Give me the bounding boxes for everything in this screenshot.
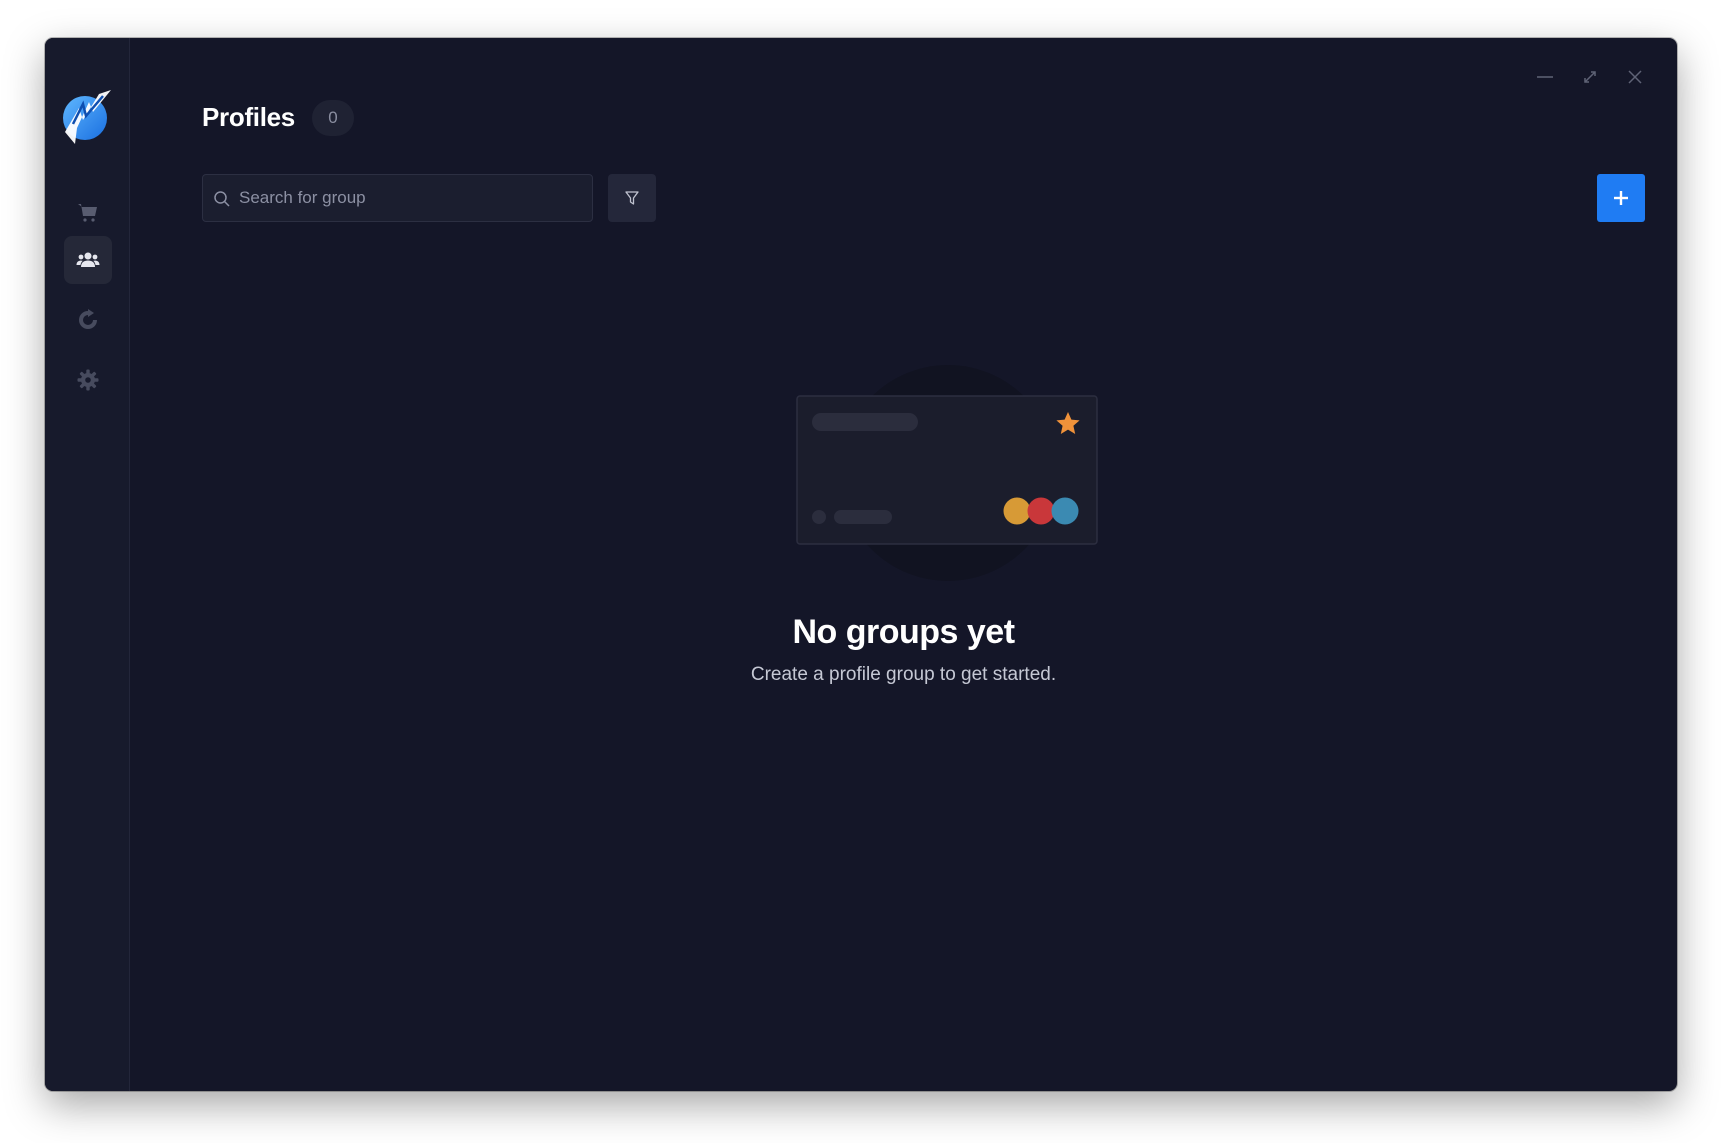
search-box[interactable] [202, 174, 593, 222]
filter-icon [625, 191, 639, 205]
minimize-button[interactable] [1530, 62, 1560, 92]
main-content: Profiles 0 Search for group No groups ye… [130, 38, 1677, 1091]
users-icon [76, 252, 100, 267]
maximize-button[interactable] [1575, 62, 1605, 92]
plus-icon [1614, 191, 1628, 205]
profile-count-badge: 0 [312, 100, 354, 136]
gear-icon [77, 369, 99, 391]
empty-state-subtitle: Create a profile group to get started. [750, 664, 1057, 685]
empty-state-title: No groups yet [792, 613, 1015, 651]
logo-icon [63, 90, 111, 144]
close-icon [1628, 70, 1642, 84]
minimize-icon [1537, 76, 1553, 78]
page-title: Profiles [202, 102, 295, 132]
sidebar-item-proxies[interactable] [64, 296, 112, 344]
close-button[interactable] [1620, 62, 1650, 92]
sidebar-item-profiles[interactable] [64, 236, 112, 284]
sidebar [45, 38, 130, 1091]
cart-icon [78, 204, 97, 222]
empty-state-illustration [796, 365, 1098, 581]
search-icon [214, 191, 230, 207]
sidebar-item-settings[interactable] [64, 356, 112, 404]
search-input[interactable] [239, 175, 579, 221]
app-window: Profiles 0 Search for group No groups ye… [45, 38, 1677, 1091]
add-group-button[interactable] [1597, 174, 1645, 222]
filter-button[interactable] [608, 174, 656, 222]
refresh-icon [79, 309, 97, 329]
sidebar-item-tasks[interactable] [64, 188, 112, 236]
maximize-icon [1584, 71, 1596, 83]
